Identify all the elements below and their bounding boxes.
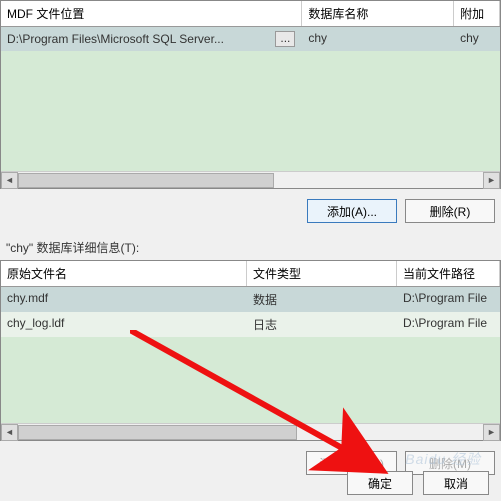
mdf-locations-grid: MDF 文件位置 数据库名称 附加 D:\Program Files\Micro… bbox=[0, 0, 501, 189]
dialog-footer: 确定 取消 bbox=[347, 471, 489, 495]
dbname-cell[interactable]: chy bbox=[302, 27, 454, 51]
col-header-dbname[interactable]: 数据库名称 bbox=[302, 1, 454, 26]
scroll-thumb[interactable] bbox=[18, 425, 297, 440]
ftype-cell: 日志 bbox=[247, 312, 397, 337]
browse-button[interactable]: ... bbox=[275, 31, 295, 47]
ftype-cell: 数据 bbox=[247, 287, 397, 312]
table-row[interactable]: chy_log.ldf 日志 D:\Program File bbox=[1, 312, 500, 337]
scroll-left-icon[interactable]: ◄ bbox=[1, 424, 18, 441]
scroll-right-icon[interactable]: ► bbox=[483, 172, 500, 189]
table-row[interactable]: chy.mdf 数据 D:\Program File bbox=[1, 287, 500, 312]
scroll-right-icon[interactable]: ► bbox=[483, 424, 500, 441]
db-details-grid: 原始文件名 文件类型 当前文件路径 chy.mdf 数据 D:\Program … bbox=[0, 260, 501, 441]
col-header-mdf[interactable]: MDF 文件位置 bbox=[1, 1, 302, 26]
table-row[interactable]: D:\Program Files\Microsoft SQL Server...… bbox=[1, 27, 500, 51]
cancel-button[interactable]: 取消 bbox=[423, 471, 489, 495]
attach-cell[interactable]: chy bbox=[454, 27, 500, 51]
ok-button[interactable]: 确定 bbox=[347, 471, 413, 495]
h-scrollbar[interactable]: ◄ ► bbox=[1, 423, 500, 440]
col-header-attach[interactable]: 附加 bbox=[454, 1, 500, 26]
add-button[interactable]: 添加(A)... bbox=[307, 199, 397, 223]
fname-cell: chy_log.ldf bbox=[1, 312, 247, 337]
mdf-path-text: D:\Program Files\Microsoft SQL Server... bbox=[7, 32, 271, 46]
fpath-cell: D:\Program File bbox=[397, 287, 500, 312]
top-grid-header: MDF 文件位置 数据库名称 附加 bbox=[1, 1, 500, 27]
scroll-thumb[interactable] bbox=[18, 173, 274, 188]
detail-grid-header: 原始文件名 文件类型 当前文件路径 bbox=[1, 261, 500, 287]
scroll-left-icon[interactable]: ◄ bbox=[1, 172, 18, 189]
detail-section-label: "chy" 数据库详细信息(T): bbox=[0, 233, 501, 260]
col-header-fpath[interactable]: 当前文件路径 bbox=[397, 261, 500, 286]
top-button-row: 添加(A)... 删除(R) bbox=[0, 189, 501, 233]
fname-cell: chy.mdf bbox=[1, 287, 247, 312]
h-scrollbar[interactable]: ◄ ► bbox=[1, 171, 500, 188]
col-header-fname[interactable]: 原始文件名 bbox=[1, 261, 247, 286]
remove-button[interactable]: 删除(R) bbox=[405, 199, 495, 223]
fpath-cell: D:\Program File bbox=[397, 312, 500, 337]
col-header-ftype[interactable]: 文件类型 bbox=[247, 261, 397, 286]
